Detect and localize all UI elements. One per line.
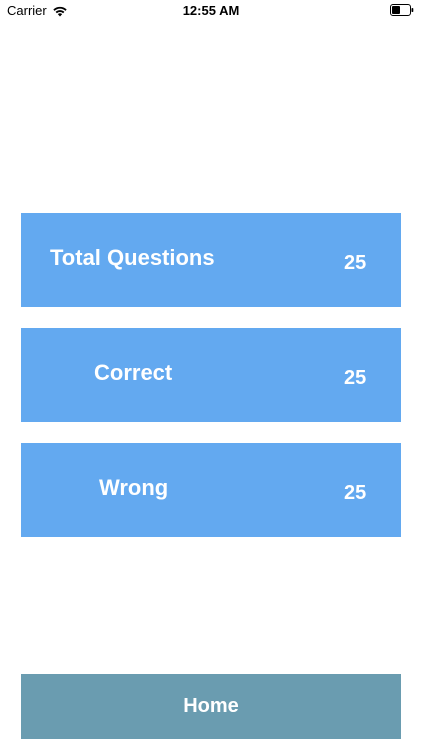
status-time: 12:55 AM — [182, 3, 240, 18]
correct-card: Correct 25 — [21, 328, 401, 422]
home-button[interactable]: Home — [21, 674, 401, 739]
total-questions-label: Total Questions — [50, 245, 215, 270]
total-questions-card: Total Questions 25 — [21, 213, 401, 307]
wrong-label: Wrong — [99, 475, 169, 500]
correct-value: 25 — [344, 367, 367, 389]
correct-label: Correct — [94, 360, 173, 385]
battery-icon — [390, 4, 414, 16]
wrong-value: 25 — [344, 482, 367, 504]
total-questions-value: 25 — [344, 252, 367, 274]
status-bar: Carrier 12:55 AM — [0, 0, 422, 22]
wrong-card: Wrong 25 — [21, 443, 401, 537]
